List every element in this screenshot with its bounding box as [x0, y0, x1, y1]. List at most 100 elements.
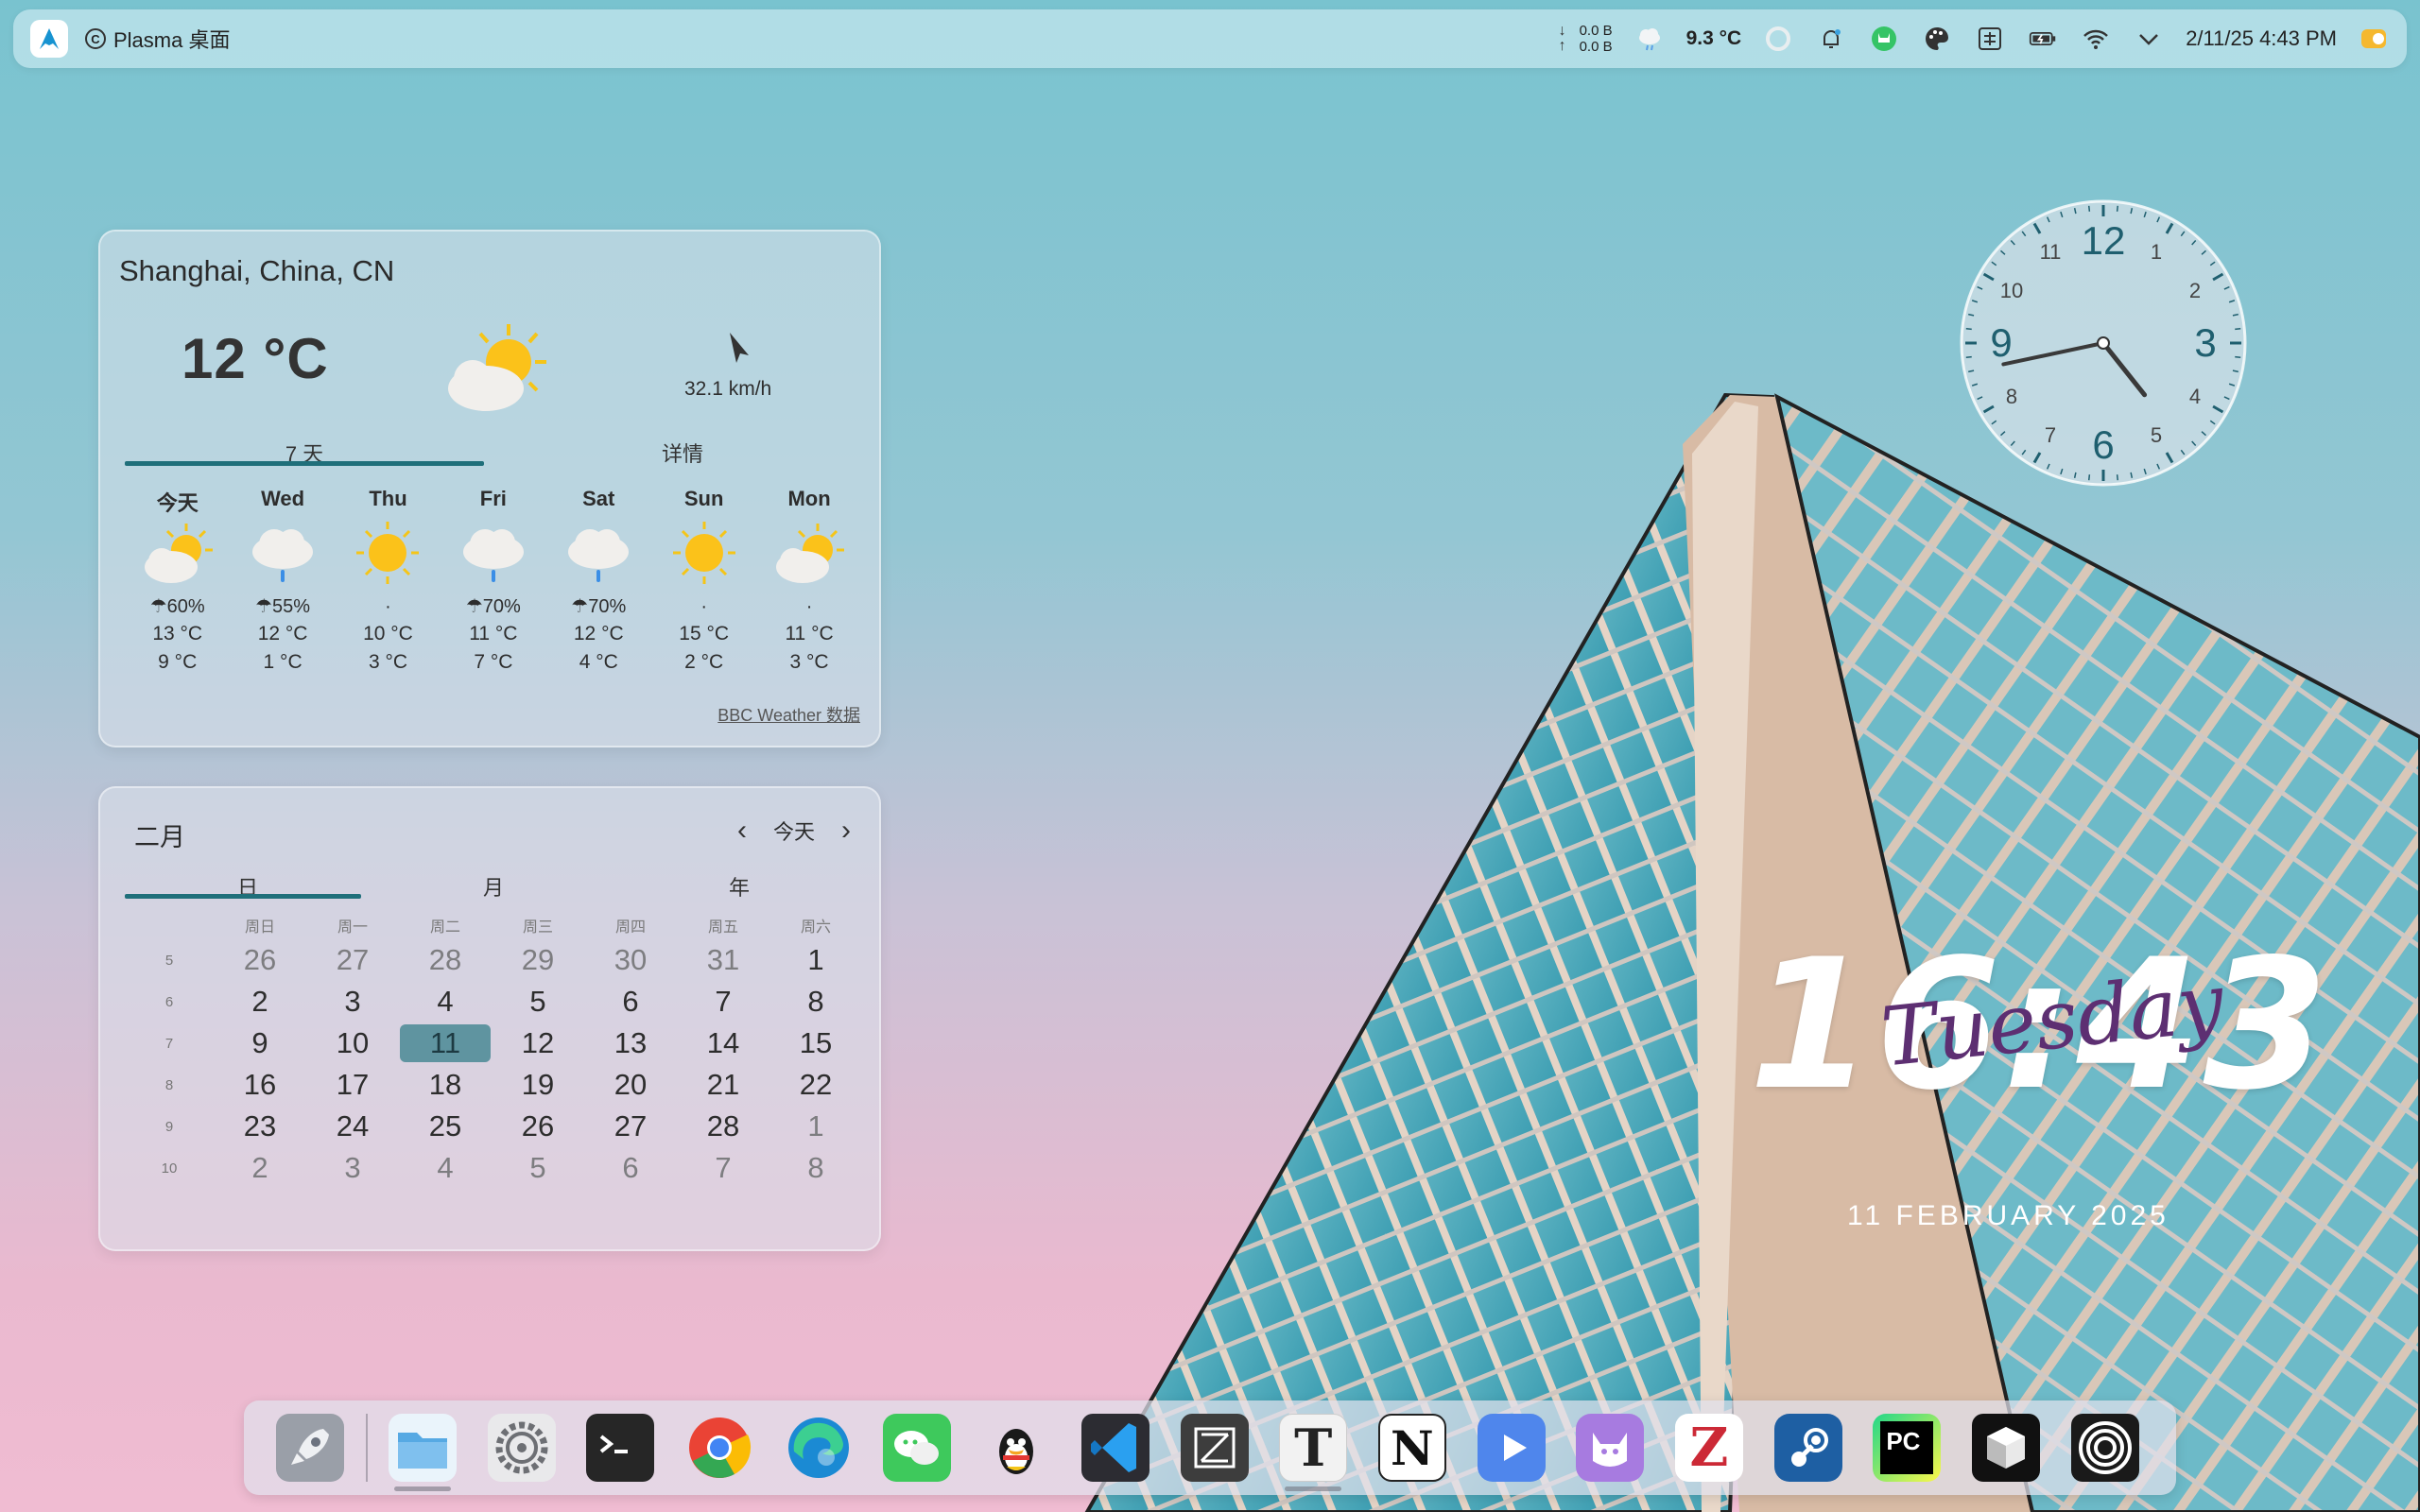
calendar-day[interactable]: 27	[584, 1109, 677, 1143]
network-speed[interactable]: ↓ ↑ 0.0 B 0.0 B	[1559, 23, 1613, 55]
calendar-day[interactable]: 5	[492, 1151, 584, 1185]
clock-number: 1	[2151, 240, 2162, 264]
input-method-icon[interactable]	[1974, 23, 2006, 55]
wifi-icon[interactable]	[2080, 23, 2112, 55]
calendar-day[interactable]: 1	[769, 1109, 862, 1143]
panel-temperature[interactable]: 9.3 °C	[1686, 27, 1742, 50]
forecast-precipitation: ·	[385, 596, 391, 617]
calendar-day[interactable]: 20	[584, 1068, 677, 1102]
chevron-left-icon[interactable]: ‹	[737, 815, 747, 847]
dock-item-zotero[interactable]: Z	[1660, 1400, 1759, 1495]
dock-item-chrome[interactable]	[670, 1400, 769, 1495]
dock-item-pycharm[interactable]: PC	[1858, 1400, 1957, 1495]
calendar-week-row: 10 2 3 4 5 6 7 8	[125, 1147, 862, 1189]
calendar-day[interactable]: 14	[677, 1026, 769, 1060]
tab-details[interactable]: 详情	[503, 438, 862, 468]
calendar-day[interactable]: 21	[677, 1068, 769, 1102]
calendar-day[interactable]: 18	[399, 1068, 492, 1102]
calendar-day[interactable]: 7	[677, 985, 769, 1019]
dock-item-edge[interactable]	[769, 1400, 868, 1495]
calendar-day[interactable]: 13	[584, 1026, 677, 1060]
forecast-precipitation: ☂70%	[571, 596, 627, 617]
weekday-label: 周三	[522, 919, 553, 936]
calendar-day[interactable]: 4	[399, 1151, 492, 1185]
active-app[interactable]: C Plasma 桌面	[85, 24, 230, 54]
palette-icon[interactable]	[1921, 23, 1953, 55]
running-indicator	[393, 1486, 451, 1491]
weekday-label: 周五	[707, 919, 738, 936]
forecast-day-name: Sun	[683, 487, 724, 510]
calendar-month: 二月	[134, 823, 185, 851]
calendar-day[interactable]: 16	[214, 1068, 306, 1102]
calendar-day[interactable]: 19	[492, 1068, 584, 1102]
calendar-day[interactable]: 7	[677, 1151, 769, 1185]
dock-item-notion[interactable]: N	[1363, 1400, 1462, 1495]
chevron-down-icon[interactable]	[2133, 23, 2165, 55]
calendar-day[interactable]: 15	[769, 1026, 862, 1060]
forecast-day: Fri ☂70% 11 °C 7 °C	[441, 487, 545, 679]
calendar-day[interactable]: 8	[769, 985, 862, 1019]
dock-item-typora[interactable]: T	[1264, 1400, 1363, 1495]
calendar-day[interactable]: 28	[677, 1109, 769, 1143]
dock-item-cube-app[interactable]	[1957, 1400, 2056, 1495]
calendar-week-row: 62345678	[125, 981, 862, 1022]
toggle-switch-icon[interactable]	[2358, 23, 2390, 55]
calendar-day[interactable]: 27	[306, 943, 399, 977]
app-launcher-button[interactable]	[30, 20, 68, 58]
calendar-day[interactable]: 6	[584, 1151, 677, 1185]
active-tab-indicator	[125, 894, 361, 899]
weather-source-link[interactable]: BBC Weather 数据	[717, 702, 860, 727]
calendar-day[interactable]: 6	[584, 985, 677, 1019]
today-button[interactable]: 今天	[773, 816, 815, 846]
weekday-label: 周日	[244, 919, 275, 936]
calendar-day[interactable]: 25	[399, 1109, 492, 1143]
calendar-day[interactable]: 28	[399, 943, 492, 977]
panel-datetime[interactable]: 2/11/25 4:43 PM	[2186, 26, 2337, 51]
chevron-right-icon[interactable]: ›	[841, 815, 851, 847]
cloud-rain-icon[interactable]	[1634, 23, 1666, 55]
calendar-day[interactable]: 11	[400, 1024, 491, 1062]
dock-item-launcher[interactable]	[261, 1400, 360, 1495]
cloud-rain-icon	[441, 515, 545, 591]
dock-item-settings[interactable]	[472, 1400, 571, 1495]
calendar-day[interactable]: 4	[399, 985, 492, 1019]
dock-item-wechat[interactable]	[868, 1400, 967, 1495]
tab-year[interactable]: 年	[616, 871, 862, 902]
calendar-day[interactable]: 24	[306, 1109, 399, 1143]
calendar-day[interactable]: 17	[306, 1068, 399, 1102]
calendar-day[interactable]: 22	[769, 1068, 862, 1102]
calendar-day[interactable]: 3	[306, 1151, 399, 1185]
dock-item-steam[interactable]	[1758, 1400, 1858, 1495]
dock-item-zed[interactable]	[1165, 1400, 1264, 1495]
calendar-day[interactable]: 12	[492, 1026, 584, 1060]
calendar-day[interactable]: 26	[214, 943, 306, 977]
calendar-day[interactable]: 23	[214, 1109, 306, 1143]
dock-item-qq[interactable]	[967, 1400, 1066, 1495]
calendar-day[interactable]: 29	[492, 943, 584, 977]
dock-item-video-player[interactable]	[1461, 1400, 1561, 1495]
forecast-high: 15 °C	[679, 623, 730, 644]
calendar-day[interactable]: 2	[214, 985, 306, 1019]
dock-item-circles-app[interactable]	[2055, 1400, 2154, 1495]
tab-month[interactable]: 月	[371, 871, 616, 902]
forecast-low: 3 °C	[789, 651, 829, 673]
sun-icon	[651, 515, 756, 591]
calendar-day[interactable]: 9	[214, 1026, 306, 1060]
dock-item-terminal[interactable]	[571, 1400, 670, 1495]
status-ring-icon[interactable]	[1762, 23, 1794, 55]
dock-item-cat-app[interactable]	[1561, 1400, 1660, 1495]
calendar-day[interactable]: 3	[306, 985, 399, 1019]
calendar-day[interactable]: 26	[492, 1109, 584, 1143]
calendar-day[interactable]: 31	[677, 943, 769, 977]
calendar-day[interactable]: 8	[769, 1151, 862, 1185]
calendar-day[interactable]: 2	[214, 1151, 306, 1185]
dock-item-vscode[interactable]	[1066, 1400, 1166, 1495]
calendar-day[interactable]: 5	[492, 985, 584, 1019]
cat-tray-icon[interactable]	[1868, 23, 1900, 55]
calendar-day[interactable]: 10	[306, 1026, 399, 1060]
calendar-day[interactable]: 30	[584, 943, 677, 977]
dock-item-files[interactable]	[373, 1400, 473, 1495]
notification-bell-icon[interactable]	[1815, 23, 1847, 55]
battery-icon[interactable]	[2027, 23, 2059, 55]
calendar-day[interactable]: 1	[769, 943, 862, 977]
